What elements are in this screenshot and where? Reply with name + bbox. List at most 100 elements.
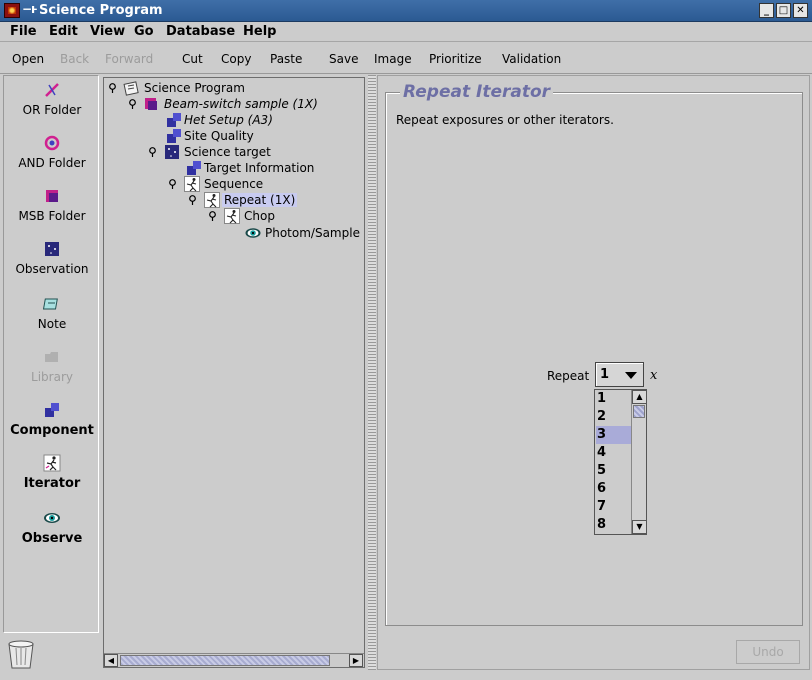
repeat-combobox[interactable]: 1: [595, 362, 644, 387]
menu-edit[interactable]: Edit: [49, 24, 78, 39]
dropdown-option[interactable]: 7: [596, 498, 631, 516]
scroll-up-icon[interactable]: ▲: [632, 390, 647, 404]
component-icon: [45, 403, 59, 417]
scroll-thumb[interactable]: [120, 655, 330, 666]
iterator-icon: [224, 208, 240, 224]
chevron-down-icon[interactable]: [625, 372, 637, 379]
dropdown-option[interactable]: 1: [596, 390, 631, 408]
tree-label: Chop: [244, 209, 275, 223]
window-title: Science Program: [39, 3, 163, 18]
menu-file[interactable]: File: [10, 24, 37, 39]
expand-handle-icon[interactable]: [168, 179, 177, 189]
minimize-button[interactable]: _: [759, 3, 774, 18]
expand-handle-icon[interactable]: [128, 99, 137, 109]
dropdown-option[interactable]: 5: [596, 462, 631, 480]
tree-label: Beam-switch sample (1X): [164, 97, 318, 111]
palette-library[interactable]: Library: [4, 348, 100, 384]
palette-observation[interactable]: Observation: [4, 240, 100, 276]
expand-handle-icon[interactable]: [148, 147, 157, 157]
palette-component[interactable]: Component: [4, 401, 100, 438]
app-icon[interactable]: [4, 3, 20, 18]
tree-horizontal-scrollbar[interactable]: ◀ ▶: [104, 653, 364, 667]
dropdown-scrollbar[interactable]: ▲ ▼: [631, 390, 647, 534]
prioritize-button[interactable]: Prioritize: [429, 52, 482, 66]
dropdown-option[interactable]: 8: [596, 516, 631, 534]
trash-icon[interactable]: [6, 638, 36, 670]
tree-node-photom-sample[interactable]: Photom/Sample: [245, 225, 365, 241]
scroll-left-icon[interactable]: ◀: [104, 654, 118, 667]
back-button[interactable]: Back: [60, 52, 89, 66]
palette-iterator[interactable]: Iterator: [4, 454, 100, 491]
dropdown-option-highlighted[interactable]: 3: [596, 426, 631, 444]
dropdown-option[interactable]: 4: [596, 444, 631, 462]
and-folder-icon: [44, 135, 60, 151]
copy-button[interactable]: Copy: [221, 52, 251, 66]
save-button[interactable]: Save: [329, 52, 358, 66]
msb-folder-icon: [145, 98, 157, 110]
repeat-suffix: x: [650, 368, 658, 383]
expand-handle-icon[interactable]: [188, 195, 197, 205]
tree-node-sequence[interactable]: Sequence: [168, 176, 358, 192]
iterator-icon: [184, 176, 200, 192]
library-icon: [45, 352, 58, 362]
tree-node-beam-switch[interactable]: Beam-switch sample (1X): [128, 96, 358, 112]
component-icon: [187, 161, 201, 175]
repeat-label: Repeat: [547, 369, 590, 383]
note-label: Note: [37, 317, 67, 331]
window-menu-icon[interactable]: −ⱶ: [22, 2, 38, 16]
palette-and-folder[interactable]: AND Folder: [4, 134, 100, 170]
scroll-down-icon[interactable]: ▼: [632, 520, 647, 534]
image-button[interactable]: Image: [374, 52, 412, 66]
and-folder-label: AND Folder: [18, 156, 86, 170]
tree-label: Site Quality: [184, 129, 254, 143]
scroll-right-icon[interactable]: ▶: [349, 654, 363, 667]
repeat-dropdown-list[interactable]: 1 2 3 4 5 6 7 8 ▲ ▼: [594, 389, 647, 535]
scroll-thumb[interactable]: [633, 405, 645, 418]
tree-label: Science target: [184, 145, 271, 159]
editor-title: Repeat Iterator: [400, 82, 554, 102]
palette-msb-folder[interactable]: MSB Folder: [4, 187, 100, 223]
maximize-button[interactable]: □: [776, 3, 791, 18]
close-button[interactable]: ✕: [793, 3, 808, 18]
tree-label: Photom/Sample: [265, 226, 360, 240]
observation-icon: [165, 145, 179, 159]
repeat-iterator-group: Repeat Iterator Repeat exposures or othe…: [385, 82, 803, 626]
undo-button[interactable]: Undo: [736, 640, 800, 664]
component-palette: OR Folder AND Folder MSB Folder Observat…: [3, 75, 99, 633]
msb-folder-label: MSB Folder: [18, 209, 86, 223]
tree-label: Target Information: [204, 161, 315, 175]
tree-node-repeat[interactable]: Repeat (1X): [188, 192, 358, 208]
dropdown-option[interactable]: 2: [596, 408, 631, 426]
observation-label: Observation: [15, 262, 89, 276]
tree-node-chop[interactable]: Chop: [208, 208, 358, 224]
menu-database[interactable]: Database: [166, 24, 235, 39]
menu-go[interactable]: Go: [134, 24, 154, 39]
msb-folder-icon: [46, 190, 58, 202]
or-folder-label: OR Folder: [22, 103, 82, 117]
open-button[interactable]: Open: [12, 52, 44, 66]
tree-node-site-quality[interactable]: Site Quality: [166, 128, 356, 144]
menu-help[interactable]: Help: [243, 24, 276, 39]
forward-button[interactable]: Forward: [105, 52, 153, 66]
tree-node-science-target[interactable]: Science target: [148, 144, 358, 160]
split-pane-divider[interactable]: [368, 75, 376, 670]
tree-node-science-program[interactable]: Science Program: [108, 80, 358, 96]
dropdown-option[interactable]: 6: [596, 480, 631, 498]
palette-note[interactable]: Note: [4, 295, 100, 331]
note-icon: [43, 298, 58, 310]
program-tree[interactable]: Science Program Beam-switch sample (1X) …: [103, 77, 365, 668]
palette-or-folder[interactable]: OR Folder: [4, 81, 100, 117]
tree-label: Science Program: [144, 81, 245, 95]
tree-node-het-setup[interactable]: Het Setup (A3): [166, 112, 356, 128]
tree-node-target-information[interactable]: Target Information: [186, 160, 361, 176]
expand-handle-icon[interactable]: [108, 83, 117, 93]
eye-icon: [44, 513, 60, 523]
cut-button[interactable]: Cut: [182, 52, 203, 66]
menu-view[interactable]: View: [90, 24, 125, 39]
palette-observe[interactable]: Observe: [4, 509, 100, 546]
editor-panel: Repeat Iterator Repeat exposures or othe…: [377, 75, 810, 670]
component-label: Component: [10, 423, 94, 438]
validation-button[interactable]: Validation: [502, 52, 561, 66]
paste-button[interactable]: Paste: [270, 52, 302, 66]
expand-handle-icon[interactable]: [208, 211, 217, 221]
